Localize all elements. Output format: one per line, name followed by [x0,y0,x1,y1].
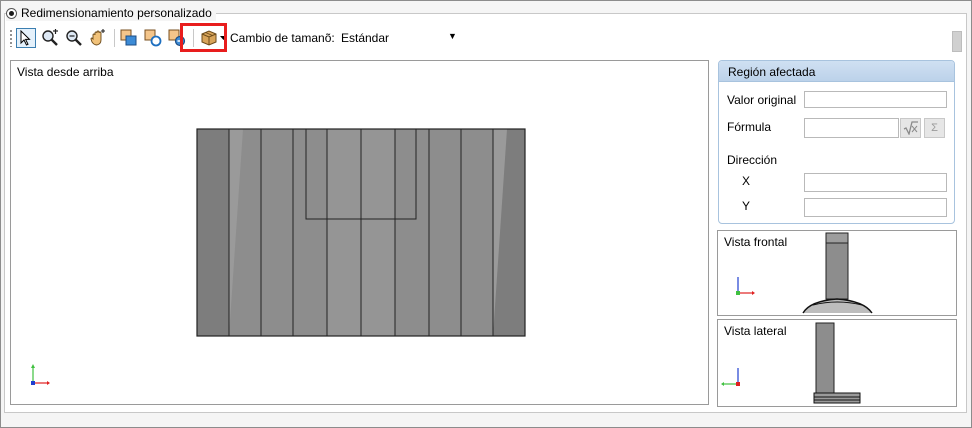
formula-field[interactable] [804,118,899,138]
scrollbar[interactable] [952,31,962,52]
radio-button[interactable] [6,7,17,19]
top-view-drawing [31,128,526,385]
top-view-panel: Vista desde arriba [10,60,709,405]
front-view-panel: Vista frontal [717,230,957,316]
formula-label: Fórmula [727,120,772,134]
radio-label: Redimensionamiento personalizado [21,6,212,20]
region-add-icon[interactable] [143,28,163,48]
sigma-button[interactable]: Σ [924,118,945,138]
highlight-box [180,23,227,52]
chevron-down-icon[interactable]: ▼ [448,31,457,41]
side-view-panel: Vista lateral [717,319,957,407]
axis-gizmo-icon [31,364,50,385]
direction-label: Dirección [727,153,778,167]
toolbar-separator [114,29,115,47]
size-change-label: Cambio de tamanõ: [230,31,335,45]
zoom-window-icon[interactable] [40,28,60,48]
toolbar-grip[interactable] [9,29,13,47]
square-root-icon [903,121,918,135]
axis-gizmo-icon [736,277,755,295]
pan-hand-icon[interactable] [88,28,108,48]
affected-region-title: Región afectada [728,65,816,79]
x-field[interactable] [804,173,947,192]
original-value-field[interactable] [804,91,947,108]
formula-editor-button[interactable] [900,118,921,138]
x-label: X [742,174,751,188]
affected-region-header: Región afectada [719,61,954,82]
pointer-arrow-icon[interactable] [16,28,36,48]
size-change-dropdown[interactable]: Estándar [341,31,389,45]
affected-region-panel: Región afectada Valor original Fórmula Σ… [718,60,955,224]
axis-gizmo-icon [721,368,740,386]
front-view-drawing [736,232,873,314]
y-label: Y [742,199,751,213]
zoom-icon[interactable] [64,28,84,48]
region-select-icon[interactable] [119,28,139,48]
side-view-drawing [721,322,861,404]
original-value-label: Valor original [727,93,797,107]
y-field[interactable] [804,198,947,217]
custom-resize-radio[interactable]: Redimensionamiento personalizado [6,5,216,21]
